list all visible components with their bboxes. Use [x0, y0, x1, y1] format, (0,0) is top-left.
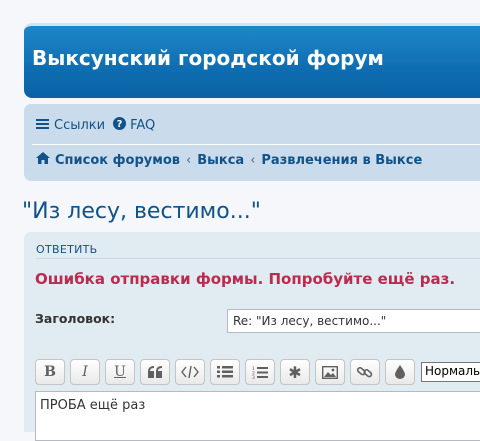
numbered-list-icon: 123: [252, 366, 268, 379]
underline-icon: U: [114, 364, 126, 380]
quick-links-bar: Ссылки ? FAQ: [36, 117, 155, 134]
list-item-button[interactable]: ✱: [280, 359, 310, 385]
code-button[interactable]: [175, 359, 205, 385]
breadcrumb-entertainment[interactable]: Развлечения в Выксе: [261, 153, 422, 168]
numbered-list-button[interactable]: 123: [245, 359, 275, 385]
image-button[interactable]: [315, 359, 345, 385]
quick-links-link[interactable]: Ссылки: [54, 118, 105, 133]
breadcrumb-vyksa[interactable]: Выкса: [197, 153, 244, 168]
bold-icon: B: [44, 364, 56, 380]
format-toolbar: B I U 123 ✱: [35, 359, 415, 385]
breadcrumb-separator: ‹: [250, 152, 256, 168]
code-icon: [181, 366, 199, 378]
form-error-message: Ошибка отправки формы. Попробуйте ещё ра…: [35, 270, 456, 288]
subject-label: Заголовок:: [35, 311, 116, 326]
menu-icon: [36, 118, 49, 134]
link-button[interactable]: [350, 359, 380, 385]
reply-divider: [36, 258, 480, 259]
font-color-button[interactable]: [385, 359, 415, 385]
subject-input[interactable]: [227, 309, 480, 333]
message-textarea[interactable]: ПРОБА ещё раз: [35, 391, 480, 441]
help-icon: ?: [113, 117, 127, 134]
list-button[interactable]: [210, 359, 240, 385]
breadcrumb: Список форумов ‹ Выкса ‹ Развлечения в В…: [36, 152, 422, 168]
faq-link[interactable]: FAQ: [130, 118, 155, 133]
link-icon: [357, 366, 373, 378]
reply-heading: ОТВЕТИТЬ: [36, 243, 98, 256]
image-icon: [322, 365, 338, 379]
asterisk-icon: ✱: [288, 362, 302, 382]
svg-text:3: 3: [252, 375, 255, 379]
topic-title[interactable]: "Из лесу, вестимо...": [22, 199, 261, 224]
breadcrumb-forum-index[interactable]: Список форумов: [55, 153, 180, 168]
home-icon[interactable]: [36, 152, 50, 168]
underline-button[interactable]: U: [105, 359, 135, 385]
breadcrumb-separator: ‹: [186, 152, 192, 168]
list-icon: [217, 366, 233, 378]
bold-button[interactable]: B: [35, 359, 65, 385]
site-title[interactable]: Выксунский городской форум: [32, 46, 384, 70]
navbar: [24, 104, 480, 181]
svg-text:?: ?: [117, 119, 123, 130]
quote-button[interactable]: [140, 359, 170, 385]
italic-button[interactable]: I: [70, 359, 100, 385]
italic-icon: I: [82, 364, 88, 380]
navbar-divider: [32, 144, 480, 145]
font-size-select[interactable]: Нормальный: [421, 362, 480, 382]
color-icon: [395, 365, 405, 379]
quote-icon: [148, 366, 162, 378]
